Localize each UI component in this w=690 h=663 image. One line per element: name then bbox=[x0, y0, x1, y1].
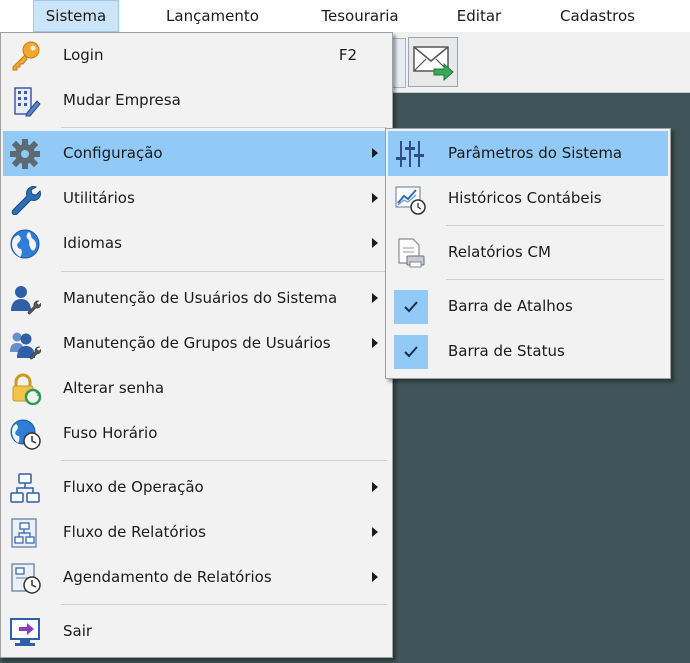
menu-item-label: Configuração bbox=[63, 144, 163, 162]
menu-separator bbox=[61, 271, 387, 272]
menu-item-label: Fuso Horário bbox=[63, 424, 158, 442]
menu-item-label: Relatórios CM bbox=[448, 243, 551, 261]
wrench-icon bbox=[11, 186, 41, 215]
submenu-arrow-icon bbox=[372, 338, 378, 348]
menu-item-alterar-senha[interactable]: Alterar senha bbox=[3, 366, 390, 411]
checkmark-icon bbox=[404, 346, 418, 358]
sistema-dropdown-menu: Login F2 Mudar Empresa Configuração Util… bbox=[0, 32, 393, 658]
check-indicator bbox=[394, 290, 428, 324]
menu-item-label: Barra de Status bbox=[448, 342, 565, 360]
check-indicator bbox=[394, 335, 428, 369]
menu-bar: Sistema Lançamento Tesouraria Editar Cad… bbox=[0, 0, 690, 32]
submenu-arrow-icon bbox=[372, 482, 378, 492]
group-wrench-icon bbox=[10, 332, 41, 360]
shortcut-label: F2 bbox=[338, 46, 357, 64]
menu-sistema[interactable]: Sistema bbox=[33, 0, 119, 32]
menu-cadastros[interactable]: Cadastros bbox=[545, 0, 650, 32]
chart-clock-icon bbox=[395, 186, 426, 215]
menu-item-fuso-horario[interactable]: Fuso Horário bbox=[3, 411, 390, 456]
menu-item-utilitarios[interactable]: Utilitários bbox=[3, 176, 390, 221]
menu-item-label: Alterar senha bbox=[63, 379, 165, 397]
submenu-item-relatorios-cm[interactable]: Relatórios CM bbox=[388, 230, 668, 275]
menu-item-label: Manutenção de Usuários do Sistema bbox=[63, 289, 338, 307]
menu-item-sair[interactable]: Sair bbox=[3, 609, 390, 654]
submenu-arrow-icon bbox=[372, 527, 378, 537]
menu-item-label: Mudar Empresa bbox=[63, 91, 181, 109]
submenu-item-parametros-sistema[interactable]: Parâmetros do Sistema bbox=[388, 131, 668, 176]
gear-icon bbox=[10, 139, 40, 169]
building-edit-icon bbox=[14, 87, 41, 117]
menu-item-agendamento-relatorios[interactable]: Agendamento de Relatórios bbox=[3, 555, 390, 600]
submenu-arrow-icon bbox=[372, 193, 378, 203]
menu-item-manutencao-usuarios[interactable]: Manutenção de Usuários do Sistema bbox=[3, 276, 390, 321]
menu-item-label: Fluxo de Relatórios bbox=[63, 523, 206, 541]
menu-item-fluxo-operacao[interactable]: Fluxo de Operação bbox=[3, 465, 390, 510]
menu-item-idiomas[interactable]: Idiomas bbox=[3, 221, 390, 266]
submenu-item-barra-atalhos[interactable]: Barra de Atalhos bbox=[388, 284, 668, 329]
menu-item-label: Sair bbox=[63, 622, 93, 640]
configuracao-submenu: Parâmetros do Sistema Históricos Contábe… bbox=[385, 128, 671, 379]
checkmark-icon bbox=[404, 301, 418, 313]
menu-lancamento[interactable]: Lançamento bbox=[150, 0, 275, 32]
menu-item-mudar-empresa[interactable]: Mudar Empresa bbox=[3, 78, 390, 123]
document-printer-icon bbox=[398, 238, 425, 268]
menu-item-login[interactable]: Login F2 bbox=[3, 33, 390, 78]
report-flow-icon bbox=[11, 518, 37, 548]
menu-separator bbox=[61, 127, 387, 128]
menu-separator bbox=[446, 279, 664, 280]
submenu-arrow-icon bbox=[372, 572, 378, 582]
submenu-arrow-icon bbox=[372, 293, 378, 303]
mail-send-button[interactable] bbox=[408, 37, 458, 87]
menu-separator bbox=[61, 460, 387, 461]
menu-tesouraria[interactable]: Tesouraria bbox=[305, 0, 415, 32]
submenu-item-barra-status[interactable]: Barra de Status bbox=[388, 329, 668, 374]
user-wrench-icon bbox=[11, 286, 41, 315]
globe-icon bbox=[10, 229, 40, 259]
flowchart-icon bbox=[10, 473, 40, 503]
toolbar bbox=[378, 32, 690, 93]
mail-send-icon bbox=[413, 46, 454, 81]
submenu-arrow-icon bbox=[372, 148, 378, 158]
report-schedule-icon bbox=[11, 563, 41, 594]
menu-item-fluxo-relatorios[interactable]: Fluxo de Relatórios bbox=[3, 510, 390, 555]
sliders-icon bbox=[396, 141, 424, 167]
globe-clock-icon bbox=[10, 419, 41, 450]
menu-separator bbox=[446, 225, 664, 226]
menu-item-label: Idiomas bbox=[63, 234, 122, 252]
submenu-item-historicos-contabeis[interactable]: Históricos Contábeis bbox=[388, 176, 668, 221]
key-icon bbox=[12, 41, 40, 71]
menu-item-label: Manutenção de Grupos de Usuários bbox=[63, 334, 331, 352]
menu-item-manutencao-grupos[interactable]: Manutenção de Grupos de Usuários bbox=[3, 321, 390, 366]
menu-item-configuracao[interactable]: Configuração bbox=[3, 131, 390, 176]
menu-item-label: Utilitários bbox=[63, 189, 135, 207]
menu-item-label: Históricos Contábeis bbox=[448, 189, 602, 207]
submenu-arrow-icon bbox=[372, 238, 378, 248]
lock-refresh-icon bbox=[12, 373, 41, 405]
menu-item-label: Barra de Atalhos bbox=[448, 297, 573, 315]
menu-item-label: Parâmetros do Sistema bbox=[448, 144, 623, 162]
menu-separator bbox=[61, 604, 387, 605]
menu-item-label: Agendamento de Relatórios bbox=[63, 568, 272, 586]
exit-monitor-icon bbox=[10, 618, 40, 646]
menu-item-label: Login bbox=[63, 46, 104, 64]
menu-editar[interactable]: Editar bbox=[443, 0, 515, 32]
menu-item-label: Fluxo de Operação bbox=[63, 478, 204, 496]
